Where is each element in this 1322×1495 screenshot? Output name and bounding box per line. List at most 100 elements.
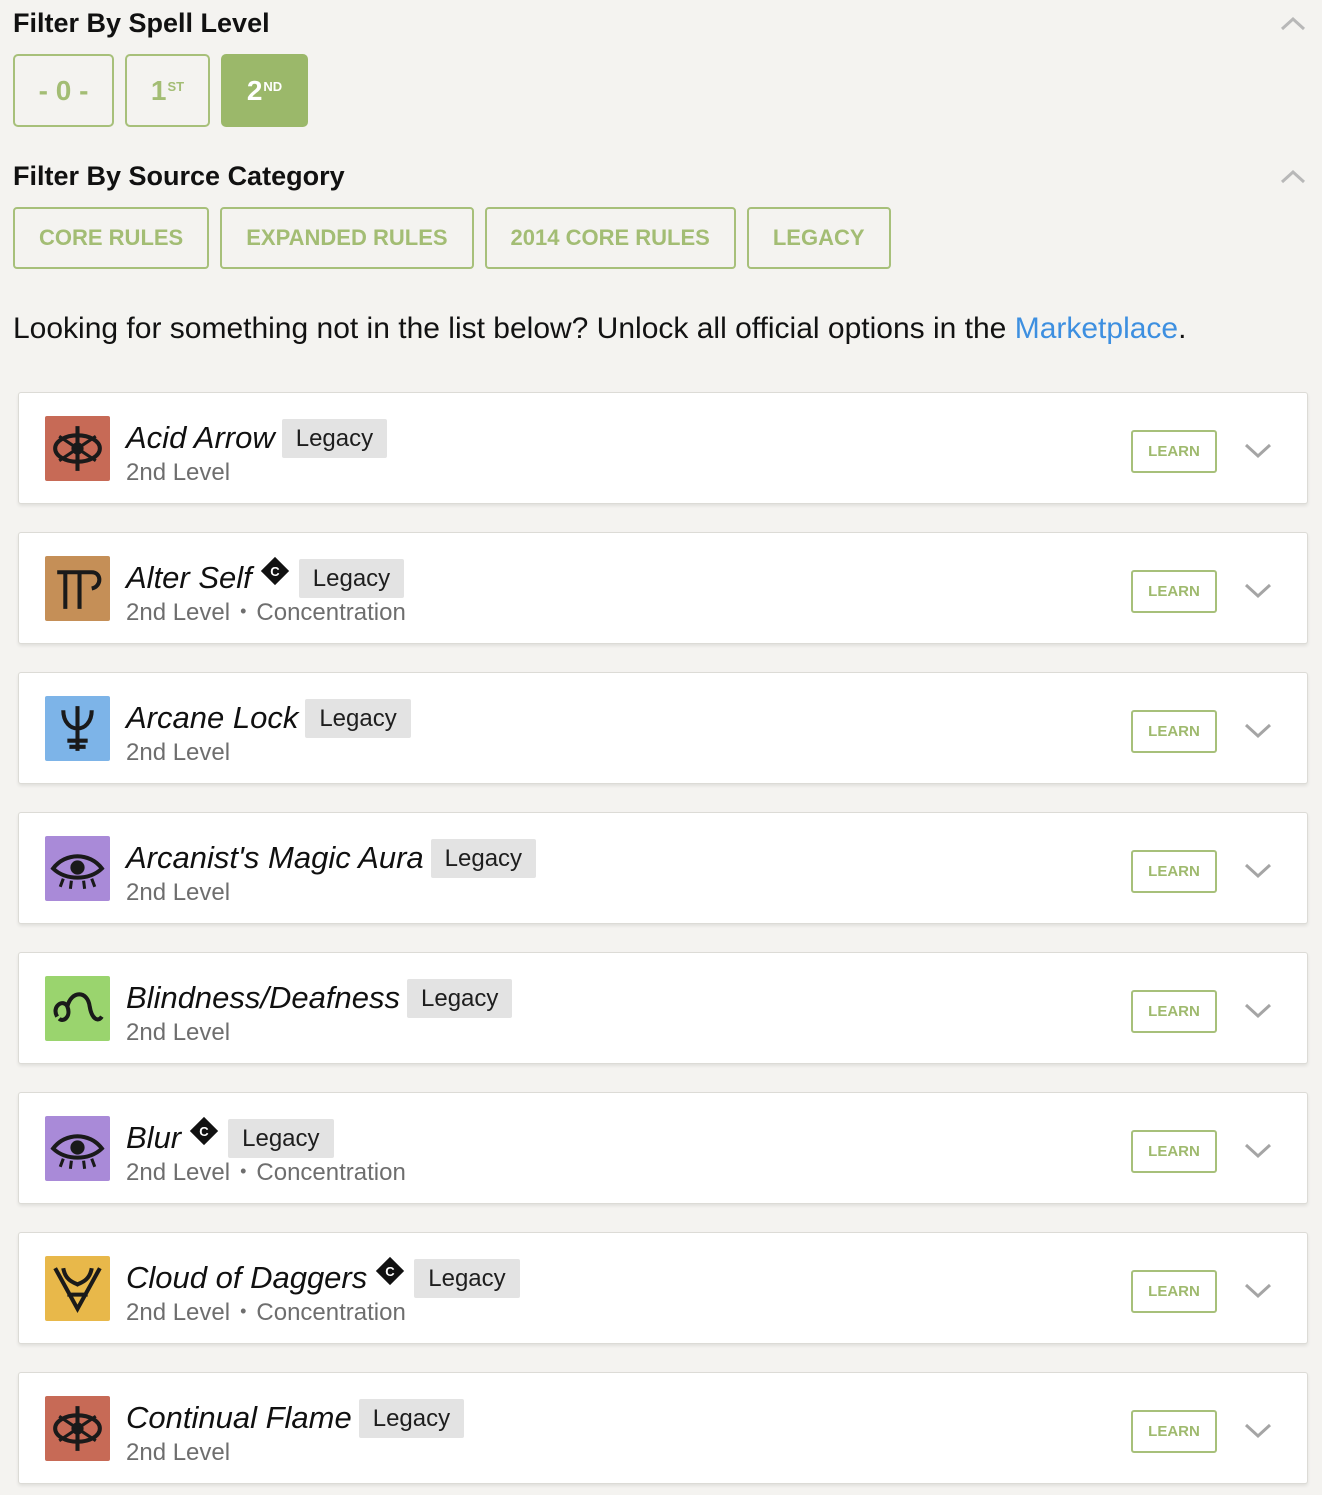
illusion-school-icon xyxy=(45,836,110,901)
learn-button[interactable]: LEARN xyxy=(1131,710,1217,753)
evocation-school-icon xyxy=(45,1396,110,1461)
level-2-button[interactable]: 2 ND xyxy=(221,54,308,127)
spell-row[interactable]: Continual Flame Legacy 2nd Level LEARN xyxy=(18,1372,1308,1484)
transmutation-school-icon xyxy=(45,556,110,621)
spell-row[interactable]: Arcanist's Magic Aura Legacy 2nd Level L… xyxy=(18,812,1308,924)
spell-name: Blur xyxy=(126,1120,182,1155)
spell-meta: 2nd Level xyxy=(126,459,387,487)
learn-button[interactable]: LEARN xyxy=(1131,850,1217,893)
spell-concentration: Concentration xyxy=(256,1159,406,1186)
source-expanded-rules-button[interactable]: EXPANDED RULES xyxy=(220,207,474,269)
spell-concentration: Concentration xyxy=(256,599,406,626)
spell-meta: 2nd Level xyxy=(126,1439,464,1467)
spell-name: Continual Flame xyxy=(126,1400,352,1435)
source-legacy-button[interactable]: LEGACY xyxy=(746,207,891,269)
spell-meta: 2nd Level • Concentration xyxy=(126,599,406,627)
chevron-down-icon[interactable] xyxy=(1243,1280,1273,1300)
learn-button[interactable]: LEARN xyxy=(1131,1130,1217,1173)
spell-name: Arcanist's Magic Aura xyxy=(126,840,424,875)
spell-name: Cloud of Daggers xyxy=(126,1260,368,1295)
necromancy-school-icon xyxy=(45,976,110,1041)
level-0-label: - 0 - xyxy=(38,74,89,106)
chevron-down-icon[interactable] xyxy=(1243,440,1273,460)
learn-button[interactable]: LEARN xyxy=(1131,1270,1217,1313)
source-2014-core-rules-button[interactable]: 2014 CORE RULES xyxy=(484,207,736,269)
chevron-down-icon[interactable] xyxy=(1243,1140,1273,1160)
source-category-buttons: CORE RULES EXPANDED RULES 2014 CORE RULE… xyxy=(13,207,891,269)
learn-button[interactable]: LEARN xyxy=(1131,570,1217,613)
legacy-tag: Legacy xyxy=(305,698,411,738)
spell-row[interactable]: Cloud of Daggers C Legacy 2nd Level • Conc… xyxy=(18,1232,1308,1344)
spell-level: 2nd Level xyxy=(126,879,231,906)
learn-button[interactable]: LEARN xyxy=(1131,430,1217,473)
chevron-down-icon[interactable] xyxy=(1243,580,1273,600)
source-filter-header: Filter By Source Category xyxy=(13,161,1308,192)
spell-name-line: Acid Arrow Legacy xyxy=(126,418,388,458)
spell-meta: 2nd Level xyxy=(126,879,536,907)
spell-level: 2nd Level xyxy=(126,459,231,486)
level-1-button[interactable]: 1 ST xyxy=(125,54,210,127)
learn-button[interactable]: LEARN xyxy=(1131,1410,1217,1453)
spell-row[interactable]: Blur C Legacy 2nd Level • Concentration LE… xyxy=(18,1092,1308,1204)
spell-meta: 2nd Level xyxy=(126,739,411,767)
spell-level: 2nd Level xyxy=(126,1159,231,1186)
spell-level: 2nd Level xyxy=(126,1439,231,1466)
concentration-icon: C xyxy=(189,1116,219,1146)
chevron-up-icon[interactable] xyxy=(1278,167,1308,187)
meta-separator: • xyxy=(240,601,247,621)
spell-meta: 2nd Level • Concentration xyxy=(126,1159,406,1187)
legacy-tag: Legacy xyxy=(358,1398,465,1438)
chevron-up-icon[interactable] xyxy=(1278,14,1308,34)
spell-name-line: Arcane Lock Legacy xyxy=(126,698,411,738)
evocation-school-icon xyxy=(45,416,110,481)
spell-info: Arcanist's Magic Aura Legacy 2nd Level xyxy=(126,838,537,907)
chevron-down-icon[interactable] xyxy=(1243,860,1273,880)
chevron-down-icon[interactable] xyxy=(1243,1000,1273,1020)
spell-meta: 2nd Level • Concentration xyxy=(126,1299,520,1327)
legacy-tag: Legacy xyxy=(430,838,537,878)
spell-level-filter-title: Filter By Spell Level xyxy=(13,8,270,38)
concentration-icon: C xyxy=(376,1256,405,1286)
conjuration-school-icon xyxy=(45,1256,110,1321)
spell-name-line: Arcanist's Magic Aura Legacy xyxy=(126,838,537,878)
spell-name: Alter Self xyxy=(126,560,252,595)
source-core-rules-button[interactable]: CORE RULES xyxy=(13,207,210,269)
abjuration-school-icon xyxy=(45,696,110,761)
illusion-school-icon xyxy=(45,1116,110,1181)
spell-concentration: Concentration xyxy=(256,1299,406,1326)
level-0-button[interactable]: - 0 - xyxy=(13,54,114,127)
svg-text:C: C xyxy=(199,1124,209,1139)
spell-row[interactable]: Alter Self C Legacy 2nd Level • Concentrat… xyxy=(18,532,1308,644)
marketplace-notice-end: . xyxy=(1178,312,1187,345)
learn-button[interactable]: LEARN xyxy=(1131,990,1217,1033)
legacy-tag: Legacy xyxy=(407,978,513,1018)
spell-row[interactable]: Blindness/Deafness Legacy 2nd Level LEAR… xyxy=(18,952,1308,1064)
source-filter-title: Filter By Source Category xyxy=(13,161,345,191)
legacy-tag: Legacy xyxy=(414,1258,520,1298)
spell-info: Blindness/Deafness Legacy 2nd Level xyxy=(126,978,513,1047)
legacy-tag: Legacy xyxy=(281,418,388,458)
spell-name: Arcane Lock xyxy=(126,700,299,735)
spell-info: Cloud of Daggers C Legacy 2nd Level • Conc… xyxy=(126,1256,520,1327)
chevron-down-icon[interactable] xyxy=(1243,720,1273,740)
spell-name-line: Blindness/Deafness Legacy xyxy=(126,978,513,1018)
meta-separator: • xyxy=(240,1161,247,1181)
spell-info: Arcane Lock Legacy 2nd Level xyxy=(126,698,411,767)
level-1-label: 1 xyxy=(150,74,167,106)
svg-text:C: C xyxy=(270,564,280,579)
legacy-tag: Legacy xyxy=(298,558,405,598)
spell-row[interactable]: Arcane Lock Legacy 2nd Level LEARN xyxy=(18,672,1308,784)
spell-name: Acid Arrow xyxy=(126,420,275,455)
svg-text:C: C xyxy=(386,1264,396,1279)
spell-level: 2nd Level xyxy=(126,739,231,766)
spell-level: 2nd Level xyxy=(126,1299,231,1326)
marketplace-link[interactable]: Marketplace xyxy=(1015,312,1178,345)
marketplace-notice: Looking for something not in the list be… xyxy=(13,312,1186,346)
spell-row[interactable]: Acid Arrow Legacy 2nd Level LEARN xyxy=(18,392,1308,504)
chevron-down-icon[interactable] xyxy=(1243,1420,1273,1440)
spell-name-line: Cloud of Daggers C Legacy xyxy=(126,1256,520,1298)
legacy-tag: Legacy xyxy=(228,1118,334,1158)
concentration-icon: C xyxy=(260,556,289,586)
spell-level: 2nd Level xyxy=(126,599,231,626)
marketplace-notice-text: Looking for something not in the list be… xyxy=(13,312,1015,345)
